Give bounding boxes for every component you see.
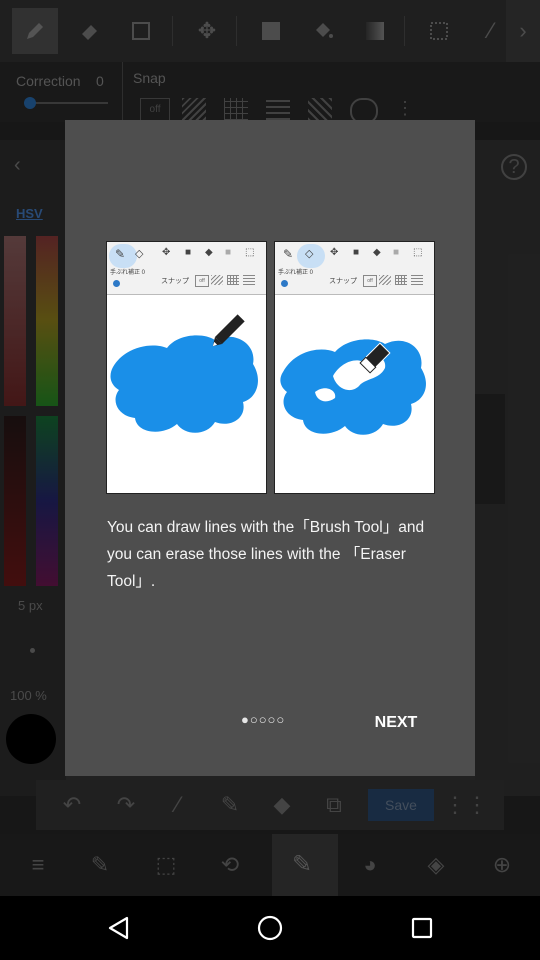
system-navigation-bar [0, 896, 540, 960]
image-snap-label: スナップ [329, 278, 357, 285]
tutorial-description: You can draw lines with the「Brush Tool」a… [107, 519, 425, 590]
move-icon: ✥ [330, 247, 339, 258]
next-button[interactable]: NEXT [365, 708, 427, 738]
back-triangle-icon [108, 916, 129, 940]
tutorial-dialog: ✎ ◇ ✥ ■ ◆ ■ ⬚ 手ぶれ補正 0 スナップ off ✎ ◇ ✥ ■ ◆… [65, 120, 475, 776]
recents-button[interactable] [406, 912, 438, 944]
home-circle-icon [257, 915, 283, 941]
fill-rect-icon: ■ [353, 247, 360, 258]
page-indicator: ●○○○○ [241, 712, 286, 727]
pen-icon: ✎ [115, 247, 126, 261]
brush-scribble-drawing [110, 314, 258, 433]
fill-rect-icon: ■ [185, 247, 192, 258]
eraser-icon: ◇ [135, 248, 144, 260]
image-toolbar: ✎ ◇ ✥ ■ ◆ ■ ⬚ 手ぶれ補正 0 スナップ off [107, 242, 266, 295]
back-button[interactable] [102, 912, 134, 944]
eraser-scribble-drawing [280, 339, 426, 435]
image-correction-label: 手ぶれ補正 0 [278, 270, 314, 276]
brush-tutorial-image: ✎ ◇ ✥ ■ ◆ ■ ⬚ 手ぶれ補正 0 スナップ off [106, 241, 267, 494]
image-correction-label: 手ぶれ補正 0 [110, 270, 146, 276]
eraser-tutorial-image: ✎ ◇ ✥ ■ ◆ ■ ⬚ 手ぶれ補正 0 スナップ off [274, 241, 435, 494]
move-icon: ✥ [162, 247, 171, 258]
home-button[interactable] [254, 912, 286, 944]
eraser-icon: ◇ [305, 248, 314, 260]
recents-square-icon [411, 917, 433, 939]
gradient-icon: ■ [225, 247, 232, 258]
pen-icon: ✎ [283, 247, 294, 261]
bucket-icon: ◆ [373, 247, 381, 258]
image-snap-label: スナップ [161, 278, 189, 285]
bucket-icon: ◆ [205, 247, 213, 258]
dotted-select-icon: ⬚ [413, 247, 423, 258]
dotted-select-icon: ⬚ [245, 247, 255, 258]
image-toolbar: ✎ ◇ ✥ ■ ◆ ■ ⬚ 手ぶれ補正 0 スナップ off [275, 242, 434, 295]
gradient-icon: ■ [393, 247, 400, 258]
